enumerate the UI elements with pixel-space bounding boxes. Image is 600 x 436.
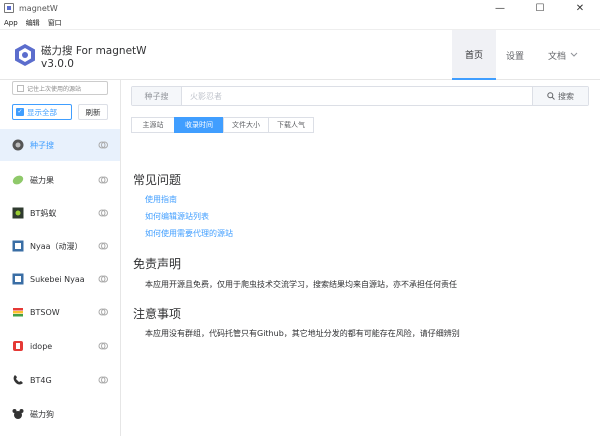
faq-link-guide[interactable]: 使用指南 <box>145 194 177 205</box>
copy-icon[interactable] <box>98 140 108 150</box>
sidebar-item-idope[interactable]: idope <box>0 330 120 362</box>
sidebar-item-label: idope <box>30 341 53 351</box>
close-button[interactable]: ✕ <box>560 0 600 16</box>
nav-docs[interactable]: 文档 <box>540 30 586 80</box>
sort-option-size[interactable]: 文件大小 <box>223 117 269 133</box>
app-header: 磁力搜 For magnetW v3.0.0 首页 设置 文档 <box>0 30 600 80</box>
remember-source-checkbox[interactable]: 记住上次使用的源站 <box>12 81 108 95</box>
bt4g-icon <box>13 375 23 385</box>
sort-option-source[interactable]: 主源站 <box>131 117 175 133</box>
nav-settings[interactable]: 设置 <box>500 30 530 80</box>
sidebar-item-bt4g[interactable]: BT4G <box>0 364 120 396</box>
sidebar-item-btsow[interactable]: BTSOW <box>0 296 120 328</box>
sidebar-item-ciligou[interactable]: 磁力狗 <box>0 398 120 430</box>
idope-icon <box>13 341 23 351</box>
menu-window[interactable]: 窗口 <box>48 18 62 28</box>
nav-home[interactable]: 首页 <box>452 30 496 80</box>
copy-icon[interactable] <box>98 208 108 218</box>
sidebar-item-label: 磁力果 <box>30 175 54 185</box>
sidebar-item-label: 种子搜 <box>30 140 54 150</box>
disclaimer-text: 本应用开源且免费，仅用于爬虫技术交流学习，搜索结果均来自源站，亦不承担任何责任 <box>145 280 457 289</box>
remember-source-label: 记住上次使用的源站 <box>27 85 82 93</box>
nav-docs-label: 文档 <box>547 51 566 62</box>
search-icon <box>547 92 555 100</box>
copy-icon[interactable] <box>98 341 108 351</box>
sidebar-item-label: BTSOW <box>30 307 60 317</box>
sukebei-icon <box>12 273 24 285</box>
window-title: magnetW <box>19 3 58 13</box>
app-icon <box>4 3 14 13</box>
checkbox-icon <box>17 84 24 92</box>
dog-icon <box>12 409 24 419</box>
sidebar-item-btmayi[interactable]: BT蚂蚁 <box>0 197 120 229</box>
copy-icon[interactable] <box>98 175 108 185</box>
sidebar: 记住上次使用的源站 ✓ 显示全部 刷新 种子搜 磁力果 BT蚂蚁 Nyaa（动漫… <box>0 80 121 436</box>
disclaimer-title: 免责声明 <box>133 257 182 271</box>
logo-icon <box>15 44 35 66</box>
sidebar-item-label: Sukebei Nyaa <box>30 274 85 284</box>
menu-app[interactable]: App <box>4 19 18 27</box>
copy-icon[interactable] <box>98 241 108 251</box>
copy-icon[interactable] <box>98 274 108 284</box>
notes-text: 本应用没有群组，代码托管只有Github，其它地址分发的都有可能存在风险，请仔细… <box>145 329 460 338</box>
maximize-button[interactable]: ☐ <box>520 0 560 16</box>
search-button[interactable]: 搜索 <box>532 87 588 105</box>
seed-icon <box>12 139 24 151</box>
nav-settings-label: 设置 <box>505 51 524 62</box>
sidebar-item-zhongzisou[interactable]: 种子搜 <box>0 129 120 161</box>
sort-options: 主源站 收录时间 文件大小 下载人气 <box>131 117 314 133</box>
sidebar-item-label: BT4G <box>30 375 52 385</box>
sidebar-item-sukebei[interactable]: Sukebei Nyaa <box>0 263 120 295</box>
sort-option-popularity[interactable]: 下载人气 <box>268 117 314 133</box>
sidebar-item-label: Nyaa（动漫） <box>30 241 83 251</box>
fruit-icon <box>12 175 24 185</box>
sort-option-time[interactable]: 收录时间 <box>174 117 224 133</box>
main-content: 种子搜 搜索 主源站 收录时间 文件大小 下载人气 常见问题 使用指南 如何编辑… <box>121 80 600 436</box>
refresh-button[interactable]: 刷新 <box>78 104 108 120</box>
nyaa-icon <box>12 240 24 252</box>
sidebar-item-nyaa[interactable]: Nyaa（动漫） <box>0 230 120 262</box>
btsow-icon <box>13 308 23 317</box>
brand-title: 磁力搜 For magnetW <box>41 45 147 57</box>
checkmark-icon: ✓ <box>16 108 24 116</box>
menu-edit[interactable]: 编辑 <box>26 18 40 28</box>
search-input[interactable] <box>184 87 534 105</box>
chevron-down-icon <box>570 52 578 57</box>
ant-icon <box>12 207 24 219</box>
notes-title: 注意事项 <box>133 307 182 321</box>
show-all-checkbox[interactable]: ✓ 显示全部 <box>12 104 72 120</box>
app-version: v3.0.0 <box>41 58 74 70</box>
sidebar-item-cilige[interactable]: 磁力果 <box>0 164 120 196</box>
menubar: App 编辑 窗口 <box>0 16 600 30</box>
nav-home-label: 首页 <box>464 50 483 61</box>
minimize-button[interactable]: — <box>480 0 520 16</box>
sidebar-item-label: 磁力狗 <box>30 409 54 419</box>
faq-link-edit-sources[interactable]: 如何编辑源站列表 <box>145 211 209 222</box>
copy-icon[interactable] <box>98 307 108 317</box>
faq-link-proxy[interactable]: 如何使用需要代理的源站 <box>145 228 233 239</box>
search-button-label: 搜索 <box>558 91 574 101</box>
search-source-prefix: 种子搜 <box>132 87 182 105</box>
show-all-label: 显示全部 <box>27 107 57 117</box>
copy-icon[interactable] <box>98 375 108 385</box>
search-bar: 种子搜 搜索 <box>131 86 589 106</box>
faq-title: 常见问题 <box>133 173 182 187</box>
sidebar-item-label: BT蚂蚁 <box>30 208 57 218</box>
